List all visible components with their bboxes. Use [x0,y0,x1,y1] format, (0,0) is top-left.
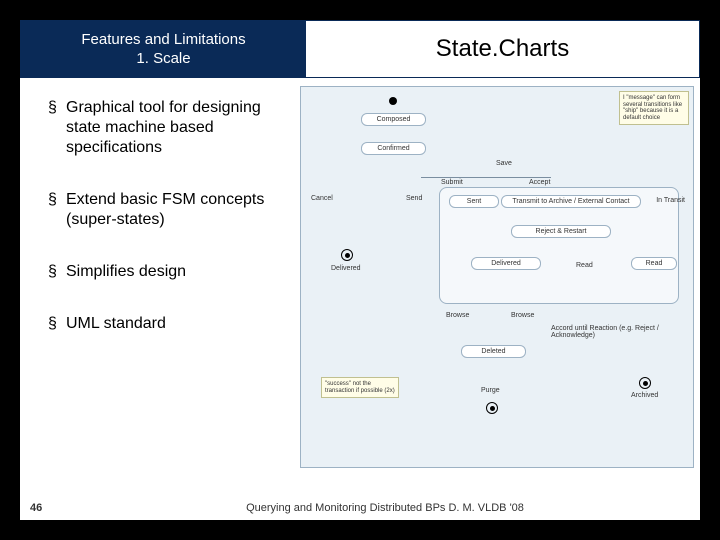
final-state-icon [486,402,498,414]
label-accord: Accord until Reaction (e.g. Reject / Ack… [551,325,691,339]
label-submit: Submit [441,179,463,186]
state-reject-restart: Reject & Restart [511,225,611,238]
initial-state-icon [389,97,397,105]
state-sent: Sent [449,195,499,208]
label-delivered-end: Delivered [331,265,361,272]
slide-title: State.Charts [306,21,699,77]
state-delivered: Delivered [471,257,541,270]
footer-text: Querying and Monitoring Distributed BPs … [70,502,700,514]
label-cancel: Cancel [311,195,333,202]
slide-body: Graphical tool for designing state machi… [20,78,700,473]
slide-footer: 46 Querying and Monitoring Distributed B… [20,502,700,514]
diagram-container: I "message" can form several transitions… [300,78,700,473]
header-subtitle-line1: Features and Limitations [81,30,245,50]
label-send: Send [406,195,422,202]
final-state-icon [341,249,353,261]
bullet-item: UML standard [48,314,290,334]
bullet-item: Simplifies design [48,262,290,282]
slide: Features and Limitations 1. Scale State.… [20,20,700,520]
label-save: Save [496,160,512,167]
header-left-block: Features and Limitations 1. Scale [21,21,306,77]
page-number: 46 [20,502,70,514]
state-confirmed: Confirmed [361,142,426,155]
note-box: "success" not the transaction if possibl… [321,377,399,398]
label-browse: Browse [511,312,534,319]
final-state-icon [639,377,651,389]
label-in-transit: In Transit [656,197,685,204]
header-subtitle-line2: 1. Scale [136,49,190,69]
bullet-list: Graphical tool for designing state machi… [20,78,300,473]
bullet-item: Extend basic FSM concepts (super-states) [48,190,290,230]
bullet-item: Graphical tool for designing state machi… [48,98,290,158]
label-archived: Archived [631,392,658,399]
state-deleted: Deleted [461,345,526,358]
label-read: Read [576,262,593,269]
note-box: I "message" can form several transitions… [619,91,689,125]
label-browse: Browse [446,312,469,319]
label-purge: Purge [481,387,500,394]
slide-header: Features and Limitations 1. Scale State.… [20,20,700,78]
statechart-diagram: I "message" can form several transitions… [300,86,694,468]
label-accept: Accept [529,179,550,186]
state-composed: Composed [361,113,426,126]
state-read: Read [631,257,677,270]
state-transmit: Transmit to Archive / External Contact [501,195,641,208]
